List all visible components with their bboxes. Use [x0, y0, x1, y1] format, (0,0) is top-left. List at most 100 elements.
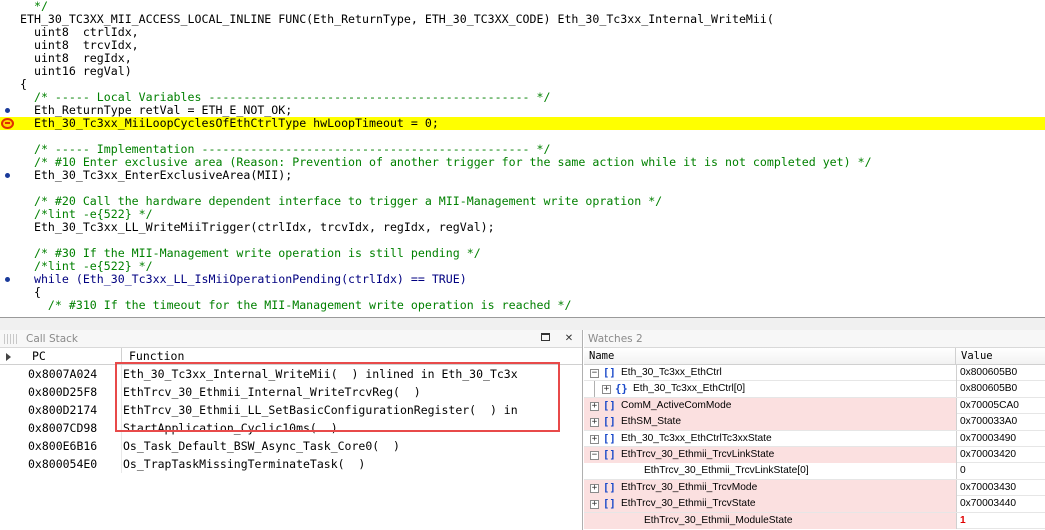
expand-icon[interactable]: +: [590, 401, 599, 411]
watch-name: ComM_ActiveComMode: [621, 399, 732, 411]
watch-name: Eth_30_Tc3xx_EthCtrl[0]: [633, 383, 746, 395]
watch-name-cell[interactable]: EthTrcv_30_Ethmii_TrcvLinkState[0]: [584, 463, 956, 479]
column-header-name[interactable]: Name: [584, 348, 956, 365]
watch-name-cell[interactable]: + [] EthTrcv_30_Ethmii_TrcvState: [584, 496, 956, 513]
watch-value[interactable]: 0: [956, 463, 1045, 480]
array-icon: []: [603, 432, 616, 445]
watch-panel: Watches 2 Name Value −[] Eth_30_Tc3xx_Eth…: [584, 330, 1045, 530]
watch-name: EthTrcv_30_Ethmii_TrcvLinkState[0]: [644, 465, 809, 477]
watch-row[interactable]: + [] EthTrcv_30_Ethmii_TrcvMode 0x70003430: [584, 479, 1045, 497]
watch-row[interactable]: + [] EthSM_State 0x700033A0: [584, 414, 1045, 431]
pc-address: 0x8007A024: [28, 367, 98, 381]
restore-icon: [540, 333, 550, 341]
breakpoint-location-icon[interactable]: [5, 173, 10, 178]
watch-rows: −[] Eth_30_Tc3xx_EthCtrl 0x800605B0 +{} Eth_…: [584, 365, 1045, 529]
watch-row[interactable]: + [] ComM_ActiveComMode 0x70005CA0: [584, 397, 1045, 415]
breakpoint-location-icon[interactable]: [5, 277, 10, 282]
watch-name: Eth_30_Tc3xx_EthCtrlTc3xxState: [621, 432, 772, 444]
collapse-icon[interactable]: −: [590, 369, 599, 378]
watch-row[interactable]: + {} Eth_30_Tc3xx_EthCtrl[0] 0x800605B0: [584, 381, 1045, 398]
expand-icon[interactable]: +: [602, 385, 611, 395]
call-stack-title: Call Stack: [26, 333, 79, 345]
code-line[interactable]: ETH_30_TC3XX_MII_ACCESS_LOCAL_INLINE FUN…: [0, 13, 1045, 26]
watch-title-bar[interactable]: Watches 2: [584, 330, 1045, 348]
watch-row[interactable]: + [] Eth_30_Tc3xx_EthCtrlTc3xxState 0x70003…: [584, 430, 1045, 447]
watch-name: EthSM_State: [621, 416, 682, 428]
watch-value[interactable]: 0x70003440: [956, 496, 1045, 513]
expand-icon[interactable]: +: [590, 434, 599, 444]
code-line[interactable]: Eth_30_Tc3xx_LL_WriteMiiTrigger(ctrlIdx,…: [0, 221, 1045, 234]
watch-value[interactable]: 0x70003420: [956, 446, 1045, 463]
watch-header: Name Value: [584, 348, 1045, 365]
watch-name: Eth_30_Tc3xx_EthCtrl: [621, 367, 722, 378]
code-line[interactable]: uint8 ctrlIdx,: [0, 26, 1045, 39]
code-text: Eth_30_Tc3xx_EnterExclusiveArea(MII);: [20, 168, 293, 182]
pc-address: 0x800D2174: [28, 403, 98, 417]
watch-value[interactable]: 0x800605B0: [956, 365, 1045, 381]
watch-name-cell[interactable]: −[] EthTrcv_30_Ethmii_TrcvLinkState: [584, 446, 956, 463]
struct-icon: {}: [615, 383, 628, 396]
watch-row[interactable]: −[] Eth_30_Tc3xx_EthCtrl 0x800605B0: [584, 365, 1045, 382]
code-editor[interactable]: */ETH_30_TC3XX_MII_ACCESS_LOCAL_INLINE F…: [0, 0, 1045, 318]
code-line[interactable]: uint16 regVal): [0, 65, 1045, 78]
code-text: uint16 regVal): [20, 64, 132, 78]
watch-row[interactable]: EthTrcv_30_Ethmii_TrcvLinkState[0] 0: [584, 463, 1045, 480]
watch-name-cell[interactable]: + [] Eth_30_Tc3xx_EthCtrlTc3xxState: [584, 431, 956, 447]
watch-name: EthTrcv_30_Ethmii_ModuleState: [644, 514, 793, 526]
current-instruction-arrow-icon: [1, 118, 14, 129]
watch-name-cell[interactable]: + [] ComM_ActiveComMode: [584, 397, 956, 414]
column-header-pc[interactable]: PC: [26, 348, 122, 365]
watch-value[interactable]: 0x70005CA0: [956, 397, 1045, 414]
array-icon: []: [603, 448, 616, 461]
expand-icon[interactable]: +: [590, 418, 599, 428]
watch-name-cell[interactable]: + [] EthSM_State: [584, 414, 956, 431]
code-lines: */ETH_30_TC3XX_MII_ACCESS_LOCAL_INLINE F…: [0, 0, 1045, 312]
code-text: Eth_30_Tc3xx_LL_WriteMiiTrigger(ctrlIdx,…: [20, 220, 495, 234]
array-icon: []: [603, 481, 616, 494]
code-line[interactable]: /* #20 Call the hardware dependent inter…: [0, 195, 1045, 208]
column-header-value[interactable]: Value: [956, 348, 1045, 365]
watch-name-cell[interactable]: + [] EthTrcv_30_Ethmii_TrcvMode: [584, 479, 956, 496]
watch-row[interactable]: EthTrcv_30_Ethmii_ModuleState 1: [584, 512, 1045, 529]
expand-icon[interactable]: +: [590, 500, 599, 510]
watch-name-cell[interactable]: EthTrcv_30_Ethmii_ModuleState: [584, 512, 956, 529]
collapse-icon[interactable]: −: [590, 450, 599, 460]
code-line[interactable]: uint8 regIdx,: [0, 52, 1045, 65]
code-line[interactable]: while (Eth_30_Tc3xx_LL_IsMiiOperationPen…: [0, 273, 1045, 286]
call-stack-title-buttons: ✕: [538, 330, 576, 348]
restore-button[interactable]: [538, 330, 552, 348]
watch-value[interactable]: 0x800605B0: [956, 381, 1045, 398]
splitter-bar[interactable]: [0, 318, 1045, 330]
watch-value[interactable]: 0x70003430: [956, 479, 1045, 496]
code-line[interactable]: /* #30 If the MII-Management write opera…: [0, 247, 1045, 260]
expand-icon[interactable]: +: [590, 483, 599, 493]
watch-value[interactable]: 0x700033A0: [956, 414, 1045, 431]
array-icon: []: [603, 498, 616, 511]
watch-row[interactable]: −[] EthTrcv_30_Ethmii_TrcvLinkState 0x7000…: [584, 446, 1045, 464]
watch-value[interactable]: 0x70003490: [956, 430, 1045, 447]
watch-name-cell[interactable]: −[] Eth_30_Tc3xx_EthCtrl: [584, 365, 956, 381]
close-button[interactable]: ✕: [562, 330, 576, 348]
watch-name-cell[interactable]: + {} Eth_30_Tc3xx_EthCtrl[0]: [584, 381, 956, 398]
function-name: Os_Task_Default_BSW_Async_Task_Core0( ): [123, 439, 400, 453]
array-icon: []: [603, 367, 616, 379]
function-name: Os_TrapTaskMissingTerminateTask( ): [123, 457, 366, 471]
collapse-icon[interactable]: [6, 353, 11, 361]
watch-value[interactable]: 1: [956, 512, 1045, 529]
pc-address: 0x800E6B16: [28, 439, 98, 453]
code-line[interactable]: Eth_30_Tc3xx_MiiLoopCyclesOfEthCtrlType …: [0, 117, 1045, 130]
code-line[interactable]: uint8 trcvIdx,: [0, 39, 1045, 52]
call-stack-title-bar[interactable]: Call Stack ✕: [0, 330, 582, 348]
watch-row[interactable]: + [] EthTrcv_30_Ethmii_TrcvState 0x70003440: [584, 496, 1045, 513]
array-icon: []: [603, 399, 616, 412]
grip-icon[interactable]: [4, 334, 18, 344]
code-text: Eth_30_Tc3xx_MiiLoopCyclesOfEthCtrlType …: [20, 116, 439, 130]
code-line[interactable]: /* #310 If the timeout for the MII-Manag…: [0, 299, 1045, 312]
code-line[interactable]: Eth_30_Tc3xx_EnterExclusiveArea(MII);: [0, 169, 1045, 182]
breakpoint-location-icon[interactable]: [5, 108, 10, 113]
tree-line: [594, 381, 595, 398]
pc-address: 0x8007CD98: [28, 421, 98, 435]
call-stack-row[interactable]: 0x800E6B16 Os_Task_Default_BSW_Async_Task…: [0, 437, 582, 455]
call-stack-row[interactable]: 0x800054E0 Os_TrapTaskMissingTerminateTas…: [0, 455, 582, 473]
watch-name: EthTrcv_30_Ethmii_TrcvState: [621, 498, 756, 510]
